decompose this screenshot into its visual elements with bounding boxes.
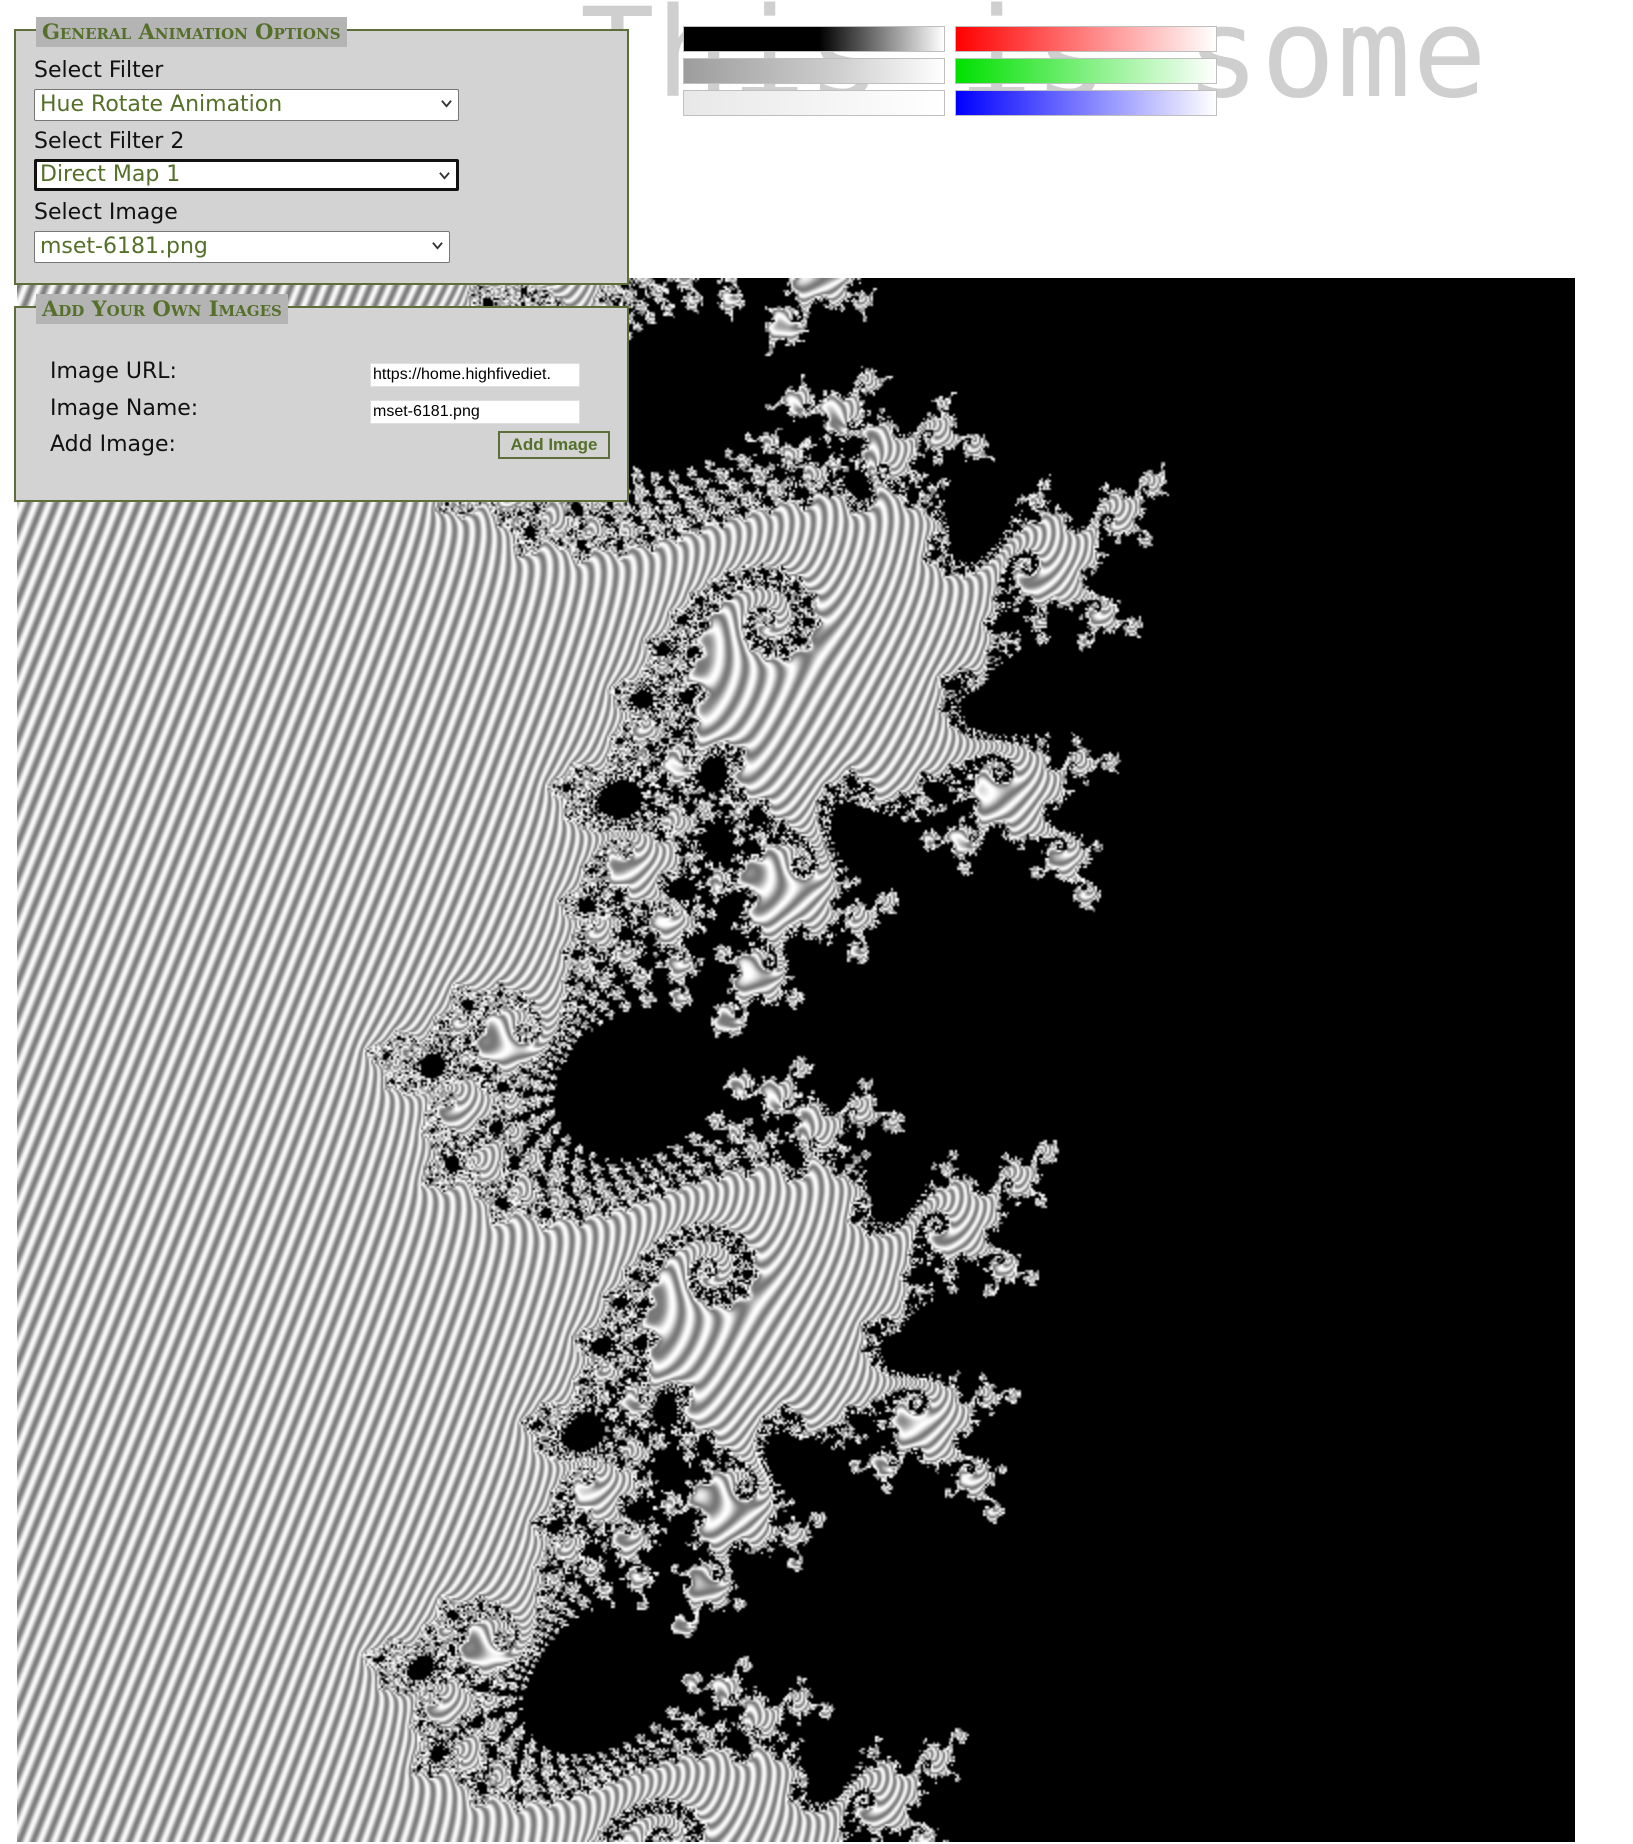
select-filter-value: Hue Rotate Animation	[40, 92, 283, 117]
chevron-down-icon	[439, 172, 450, 180]
page: This is some General Animation Options S…	[0, 0, 1633, 1844]
select-filter-dropdown[interactable]: Hue Rotate Animation	[34, 89, 459, 121]
add-image-button[interactable]: Add Image	[498, 431, 610, 459]
select-filter-2-dropdown[interactable]: Direct Map 1	[34, 159, 459, 191]
select-image-value: mset-6181.png	[40, 234, 208, 259]
image-name-label: Image Name:	[50, 396, 199, 421]
swatch-blue	[955, 90, 1217, 116]
select-filter-label: Select Filter	[34, 58, 164, 83]
chevron-down-icon	[441, 100, 452, 108]
add-your-own-images-panel: Add Your Own Images Image URL: https://h…	[14, 294, 629, 502]
image-url-input[interactable]: https://home.highfivediet.	[370, 363, 580, 387]
add-image-label: Add Image:	[50, 432, 176, 457]
select-filter-2-label: Select Filter 2	[34, 129, 185, 154]
swatch-white	[683, 90, 945, 116]
general-options-legend: General Animation Options	[36, 17, 347, 47]
select-filter-2-value: Direct Map 1	[40, 162, 181, 187]
add-images-legend: Add Your Own Images	[36, 294, 288, 324]
chevron-down-icon	[432, 242, 443, 250]
general-animation-options-panel: General Animation Options Select Filter …	[14, 17, 629, 285]
swatch-red	[955, 26, 1217, 52]
swatch-green	[955, 58, 1217, 84]
select-image-dropdown[interactable]: mset-6181.png	[34, 231, 450, 263]
fractal-image	[17, 278, 1575, 1842]
swatch-gray	[683, 58, 945, 84]
swatch-black	[683, 26, 945, 52]
image-name-input[interactable]: mset-6181.png	[370, 400, 580, 424]
image-url-label: Image URL:	[50, 359, 177, 384]
select-image-label: Select Image	[34, 200, 178, 225]
